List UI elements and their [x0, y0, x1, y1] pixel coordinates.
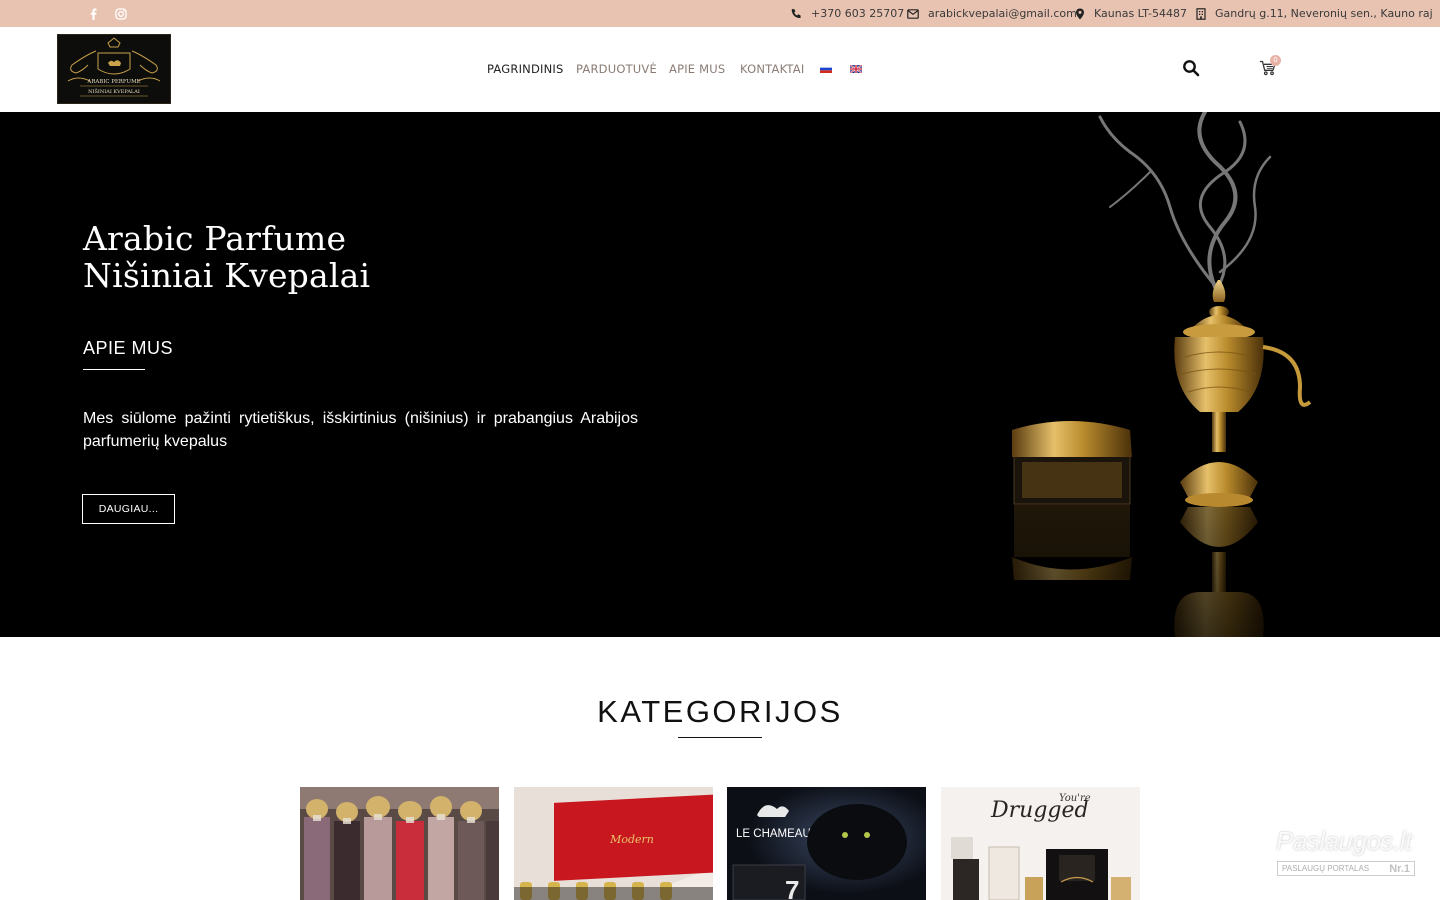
flag-en-icon[interactable]: [850, 65, 862, 73]
drugged-image: You're Drugged: [941, 787, 1140, 900]
cart-count-badge: 0: [1270, 55, 1281, 66]
category-card-3[interactable]: LE CHAMEAU 7: [727, 787, 926, 900]
phone-text: +370 603 25707: [811, 7, 905, 20]
categories-underline: [678, 737, 762, 738]
paslaugos-watermark: Paslaugos.lt PASLAUGŲ PORTALAS Nr.1: [1276, 826, 1416, 878]
city-contact: Kaunas LT-54487: [1075, 0, 1187, 27]
hero-title-line2: Nišiniai Kvepalai: [83, 256, 371, 295]
email-contact[interactable]: arabickvepalai@gmail.com: [907, 0, 1077, 27]
facebook-icon[interactable]: [88, 0, 98, 27]
top-bar: +370 603 25707 arabickvepalai@gmail.com …: [0, 0, 1440, 27]
site-logo[interactable]: ARABIC PERFUME NIŠINIAI KVEPALAI: [57, 34, 171, 104]
address-contact: Gandrų g.11, Neveronių sen., Kauno raj: [1196, 0, 1433, 27]
site-header: ARABIC PERFUME NIŠINIAI KVEPALAI PAGRIND…: [0, 27, 1440, 112]
drugged-label: Drugged: [990, 798, 1089, 823]
category-card-4[interactable]: You're Drugged: [941, 787, 1140, 900]
phone-contact[interactable]: +370 603 25707: [790, 0, 904, 27]
svg-text:7: 7: [785, 875, 799, 900]
logo-text-bottom: NIŠINIAI KVEPALAI: [88, 87, 140, 95]
watermark-sub-text: PASLAUGŲ PORTALAS: [1282, 864, 1370, 873]
categories-title: KATEGORIJOS: [597, 694, 843, 729]
instagram-icon[interactable]: [115, 0, 127, 27]
hero-section: Arabic Parfume Nišiniai Kvepalai APIE MU…: [0, 112, 1440, 637]
le-chameau-image: LE CHAMEAU 7: [727, 787, 926, 900]
search-icon[interactable]: [1182, 59, 1200, 81]
envelope-icon: [907, 8, 919, 19]
watermark-badge: Nr.1: [1389, 862, 1410, 875]
nav-home[interactable]: PAGRINDINIS: [487, 62, 564, 76]
category-card-2[interactable]: Modern: [514, 787, 713, 900]
address-text: Gandrų g.11, Neveronių sen., Kauno raj: [1215, 7, 1433, 20]
nav-contacts[interactable]: KONTAKTAI: [740, 62, 804, 76]
le-chameau-label: LE CHAMEAU: [736, 828, 811, 840]
category-card-1[interactable]: [300, 787, 499, 900]
phone-icon: [790, 8, 802, 20]
incense-burner-image: [1000, 112, 1340, 637]
nav-about[interactable]: APIE MUS: [669, 62, 725, 76]
watermark-title: Paslaugos.lt: [1276, 826, 1412, 856]
watermark-subtitle: PASLAUGŲ PORTALAS Nr.1: [1277, 861, 1415, 876]
flag-ru-icon[interactable]: [820, 65, 832, 73]
map-marker-icon: [1075, 8, 1085, 20]
hero-description: Mes siūlome pažinti rytietiškus, išskirt…: [83, 410, 638, 450]
modern-label: Modern: [609, 833, 654, 846]
hero-subtitle: APIE MUS: [83, 338, 174, 358]
more-button[interactable]: DAUGIAU...: [82, 494, 175, 524]
hero-subtitle-underline: [83, 369, 145, 370]
modern-box-image: Modern: [514, 787, 713, 900]
building-icon: [1196, 7, 1206, 20]
email-text: arabickvepalai@gmail.com: [928, 7, 1077, 20]
perfume-bottles-image: [300, 787, 499, 900]
city-text: Kaunas LT-54487: [1094, 7, 1187, 20]
hero-title-line1: Arabic Parfume: [83, 219, 347, 258]
hero-title: Arabic Parfume Nišiniai Kvepalai: [83, 220, 370, 294]
nav-shop[interactable]: PARDUOTUVĖ: [576, 62, 657, 76]
logo-text-top: ARABIC PERFUME: [86, 79, 140, 85]
